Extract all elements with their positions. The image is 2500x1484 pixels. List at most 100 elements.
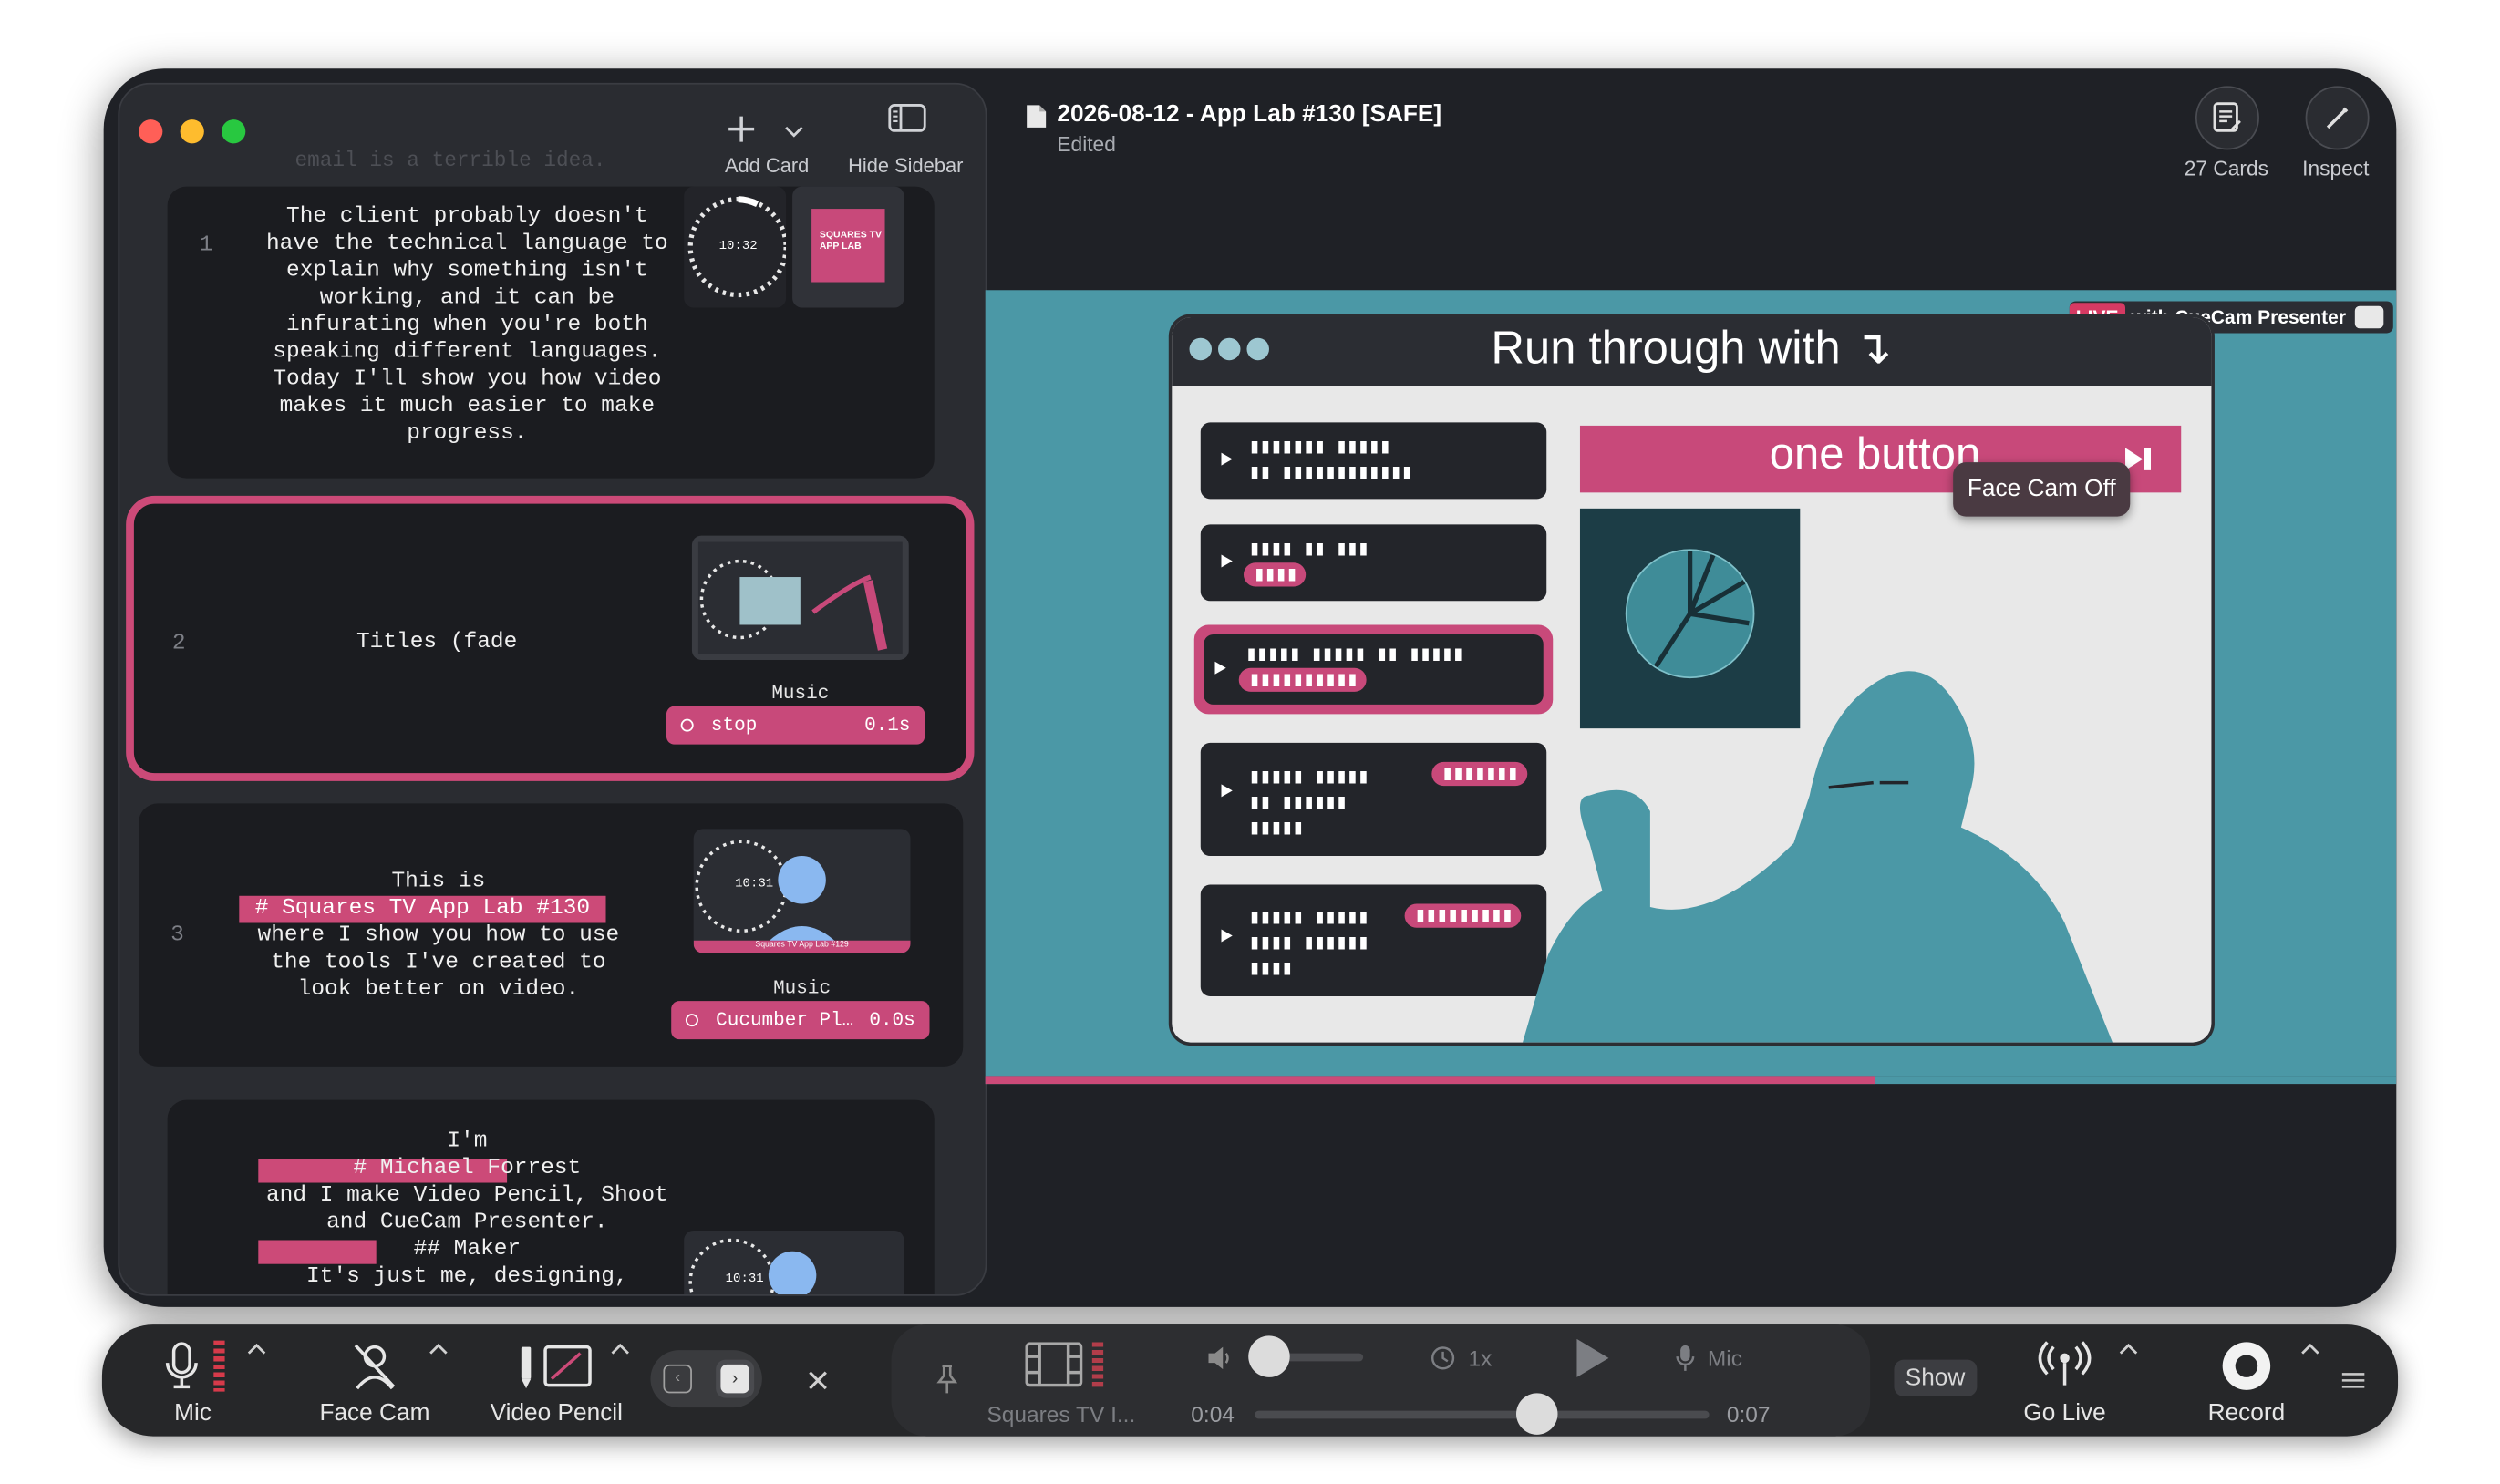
cards-count-label: 27 Cards [2184,156,2268,180]
record-button-label[interactable]: Record [2191,1399,2302,1427]
music-play-icon [680,718,694,732]
app-window: email is a terrible idea. Add Card Hide … [103,68,2397,1307]
chevron-up-icon[interactable] [2299,1341,2321,1356]
script-card-2-selected[interactable]: 2 Titles (fade Music stop 0.1s [126,495,975,781]
chevron-up-icon[interactable] [609,1341,631,1356]
bottom-toolbar: Mic Face Cam Video Pencil ‹ › Squares TV… [101,1324,2399,1437]
minimize-window-button[interactable] [180,119,204,144]
document-status: Edited [1057,132,1116,157]
film-strip-icon[interactable] [1025,1342,1083,1387]
speed-clock-icon[interactable] [1431,1345,1456,1371]
scrub-knob[interactable] [1515,1393,1557,1435]
card-heading: ## Maker [413,1236,522,1262]
thumb-clock-time: 10:31 [725,1272,764,1287]
speaker-icon[interactable] [1207,1346,1233,1370]
face-cam-off-icon[interactable] [351,1341,398,1392]
mic-button-label[interactable]: Mic [153,1399,232,1427]
record-icon[interactable] [2222,1342,2271,1390]
card-script-text: The client probably doesn't have the tec… [265,203,668,447]
mic-level-meter [213,1340,225,1392]
presenter-silhouette [1523,671,2113,1043]
music-time: 0.1s [864,714,911,737]
chevron-up-icon[interactable] [2117,1341,2139,1356]
previous-slide-button[interactable]: ‹ [663,1364,692,1394]
inspect-button[interactable] [2305,86,2370,150]
zoom-window-button[interactable] [222,119,246,144]
chevron-up-icon[interactable] [245,1341,267,1356]
card-line-1: I'm [447,1128,488,1155]
mic-dim-label[interactable]: Mic [1708,1345,1742,1371]
card-thumbnail-facecam: 10:31 [684,1230,904,1294]
music-label: Music [773,976,832,1000]
card-thumbnail-screen [691,535,909,660]
broadcast-icon[interactable] [2038,1341,2092,1388]
presenter-icon [2355,305,2384,329]
card-script-text: Titles (fade [356,629,518,655]
microphone-icon[interactable] [162,1341,201,1392]
plus-icon [728,116,755,142]
card-script-text: where I show you how to use the tools I'… [257,922,620,1003]
sidebar-toggle-icon[interactable] [888,104,926,132]
sidebar: email is a terrible idea. Add Card Hide … [118,82,987,1296]
scrub-slider[interactable] [1255,1393,1710,1435]
thumb-clock-time: 10:31 [735,876,774,891]
script-card-1[interactable]: 1 The client probably doesn't have the t… [167,186,935,479]
document-icon [1027,105,1047,128]
music-action: Cucumber Pl… [716,1008,854,1032]
music-cue-pill[interactable]: stop 0.1s [666,706,925,745]
media-level-meter [1091,1342,1104,1387]
add-card-button[interactable] [713,100,809,196]
next-slide-button[interactable]: › [716,1359,755,1398]
music-action: stop [710,714,758,737]
card-highlight-heading: # Michael Forrest [353,1155,582,1181]
speed-label[interactable]: 1x [1469,1345,1493,1371]
next-slide-icon: › [720,1364,749,1394]
volume-slider[interactable] [1247,1335,1364,1377]
music-label: Music [771,682,830,705]
time-elapsed: 0:04 [1191,1401,1235,1427]
video-preview[interactable]: LIVE with CueCam Presenter Run through w… [985,290,2397,1077]
menu-icon[interactable] [2340,1371,2366,1390]
time-total: 0:07 [1726,1401,1771,1427]
close-icon[interactable] [805,1367,831,1393]
script-card-3[interactable]: 3 This is # Squares TV App Lab #130 wher… [139,803,964,1067]
face-cam-button-label[interactable]: Face Cam [309,1399,439,1427]
script-card-4[interactable]: I'm # Michael Forrest and I make Video P… [167,1099,935,1294]
pencil-icon [2326,107,2349,129]
media-player-panel: Squares TV I... 1x Mic 0:04 0:07 [891,1324,1871,1437]
record-dot [2235,1355,2258,1377]
card-number: 1 [199,232,213,259]
hide-sidebar-button[interactable]: Hide Sidebar [834,155,977,177]
card-number: 2 [171,631,186,657]
go-live-button-label[interactable]: Go Live [2009,1399,2120,1427]
card-thumbnail-clock: 10:32 [684,186,787,308]
playback-progress-fill [985,1076,1875,1085]
card-script-text: and I make Video Pencil, Shoot and CueCa… [265,1182,668,1236]
card-thumbnail-facecam: 10:31 Squares TV App Lab #129 [693,829,911,953]
thumb-clock-time: 10:32 [718,239,758,254]
music-time: 0.0s [869,1008,915,1032]
chevron-up-icon[interactable] [428,1341,449,1356]
title-card-text: SQUARES TV APP LAB [819,231,883,252]
cards-button[interactable] [2195,86,2259,150]
show-button[interactable]: Show [1894,1359,1977,1396]
mic-dim-icon[interactable] [1676,1344,1695,1372]
playback-progress[interactable] [985,1076,2397,1085]
cards-icon [2213,102,2241,132]
card-number: 3 [170,922,184,949]
ghost-card-text: email is a terrible idea. [294,148,606,172]
pin-icon[interactable] [935,1363,958,1395]
add-card-label: Add Card [724,154,810,178]
face-cam-tooltip: Face Cam Off [1953,462,2131,517]
media-file-label: Squares TV I... [987,1401,1136,1427]
video-pencil-icon[interactable] [513,1341,593,1392]
card-tail: It's just me, designing, [306,1263,628,1290]
video-pencil-button-label[interactable]: Video Pencil [485,1399,628,1427]
music-cue-pill[interactable]: Cucumber Pl… 0.0s [671,1001,930,1040]
inspect-label: Inspect [2302,156,2370,180]
close-window-button[interactable] [139,119,163,144]
volume-knob[interactable] [1247,1335,1289,1377]
chevron-down-icon[interactable] [783,119,805,141]
play-icon[interactable] [1574,1337,1612,1378]
slide: Run through with ↴ ▮▮▮▮▮▮▮ ▮▮▮▮▮ ▮▮ ▮▮▮▮… [1172,316,2212,1043]
